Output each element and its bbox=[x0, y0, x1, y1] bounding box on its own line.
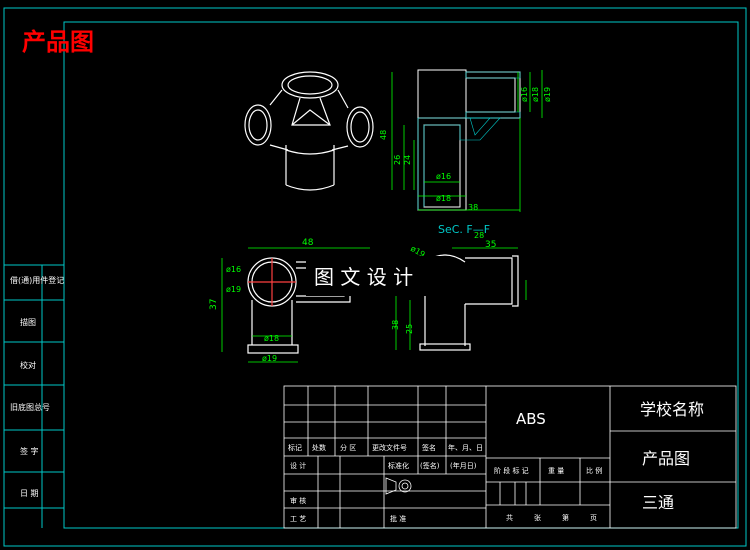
row-standardization: 标准化 bbox=[388, 461, 409, 470]
strip-label-signature: 签 字 bbox=[20, 446, 39, 456]
drawing-type: 产品图 bbox=[642, 449, 690, 468]
sheets-total: 共 bbox=[506, 513, 513, 522]
part-name: 三通 bbox=[642, 493, 674, 512]
dim-37: 37 bbox=[209, 299, 219, 310]
hdr-count: 处数 bbox=[312, 443, 326, 452]
dim-d19-side: ø19 bbox=[543, 87, 552, 102]
isometric-view bbox=[244, 71, 374, 191]
stage-mark: 阶 段 标 记 bbox=[494, 466, 529, 475]
dim-d18-bottom: ø18 bbox=[436, 194, 451, 203]
sheets-unit: 张 bbox=[534, 513, 541, 522]
strip-label-old-drawing: 旧底图总号 bbox=[10, 402, 50, 412]
hdr-sign: 签名 bbox=[422, 443, 436, 452]
section-hatch bbox=[417, 71, 521, 210]
row-process: 工 艺 bbox=[290, 515, 306, 523]
dim-35: 35 bbox=[485, 240, 496, 250]
dim-d19-front: ø19 bbox=[226, 285, 241, 294]
strip-label-date: 日 期 bbox=[20, 489, 39, 498]
dim-d16-bottom: ø16 bbox=[436, 172, 451, 181]
dim-d18-front: ø18 bbox=[264, 334, 279, 343]
center-label: 图 文 设 计 bbox=[314, 265, 413, 289]
cad-drawing-canvas: 借(通)用件登记 描图 校对 旧底图总号 签 字 日 期 产品图 48 26 2… bbox=[0, 0, 750, 550]
material-label: ABS bbox=[516, 410, 546, 428]
dim-24: 24 bbox=[403, 155, 412, 165]
row-approve: 批 准 bbox=[390, 514, 406, 523]
section-label: SeC. F—F bbox=[438, 223, 490, 236]
hdr-mark: 标记 bbox=[288, 443, 302, 452]
strip-label-registry: 借(通)用件登记 bbox=[10, 275, 64, 285]
dim-d16-front: ø16 bbox=[226, 265, 241, 274]
dim-48-front: 48 bbox=[302, 238, 314, 248]
stage-weight: 重 量 bbox=[548, 467, 564, 475]
dim-48-top: 48 bbox=[379, 130, 388, 140]
projection-symbol-icon bbox=[385, 477, 412, 495]
hdr-zone: 分 区 bbox=[340, 443, 356, 452]
dim-d16-side: ø16 bbox=[520, 87, 529, 102]
dim-26: 26 bbox=[393, 155, 402, 165]
dim-d19-base: ø19 bbox=[262, 354, 277, 363]
sheets-page: 页 bbox=[590, 514, 597, 522]
drawing-sheet: 借(通)用件登记 描图 校对 旧底图总号 签 字 日 期 产品图 48 26 2… bbox=[3, 7, 747, 547]
row-signature: (签名) bbox=[420, 461, 440, 470]
row-date: (年月日) bbox=[450, 461, 477, 470]
hdr-change-doc: 更改文件号 bbox=[372, 443, 407, 452]
strip-label-tracing: 描图 bbox=[20, 317, 36, 327]
dim-38: 38 bbox=[468, 203, 478, 212]
school-name: 学校名称 bbox=[640, 400, 704, 419]
row-design: 设 计 bbox=[290, 461, 306, 470]
hdr-date: 年、月、日 bbox=[448, 443, 483, 452]
row-review: 审 核 bbox=[290, 496, 306, 505]
sheets-current: 第 bbox=[562, 513, 569, 522]
dim-d18-side: ø18 bbox=[531, 87, 540, 102]
dim-25: 25 bbox=[405, 324, 414, 334]
page-title: 产品图 bbox=[22, 28, 94, 56]
strip-label-proofread: 校对 bbox=[20, 360, 36, 370]
stage-scale: 比 例 bbox=[586, 466, 602, 475]
dim-38-side: 38 bbox=[391, 320, 400, 330]
